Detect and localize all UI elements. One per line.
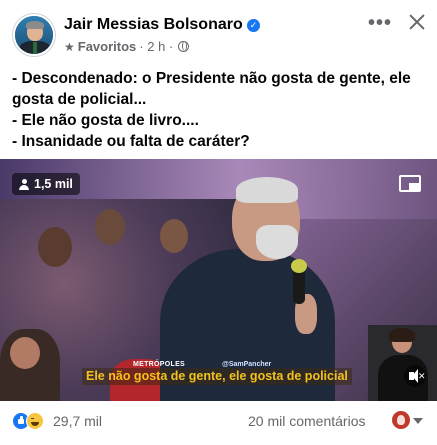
post-text: - Descondenado: o Presidente não gosta d… [12,68,432,152]
post-text-line: gosta de policial... [12,91,147,108]
post-text-line: - Descondenado: o Presidente não gosta d… [12,70,411,87]
haha-reaction-icon [26,412,44,430]
post-text-line: - Insanidade ou falta de caráter? [12,133,250,150]
picture-in-picture-icon[interactable] [399,175,421,192]
mute-icon[interactable]: ✕ [404,365,426,387]
reactions-count[interactable]: 29,7 mil [53,413,102,429]
video-subtitle: Ele não gosta de gente, ele gosta de pol… [82,368,352,385]
globe-icon [178,41,190,52]
comments-count[interactable]: 20 mil comentários [248,413,366,429]
person-icon [19,178,29,190]
sign-language-interpreter [368,325,437,401]
post-time[interactable]: · 2 h · [139,39,173,54]
more-options-icon[interactable]: ••• [368,12,392,35]
chevron-down-icon[interactable] [413,418,423,424]
reaction-profile-avatar[interactable] [392,411,410,429]
reaction-icons[interactable] [12,412,44,430]
video-watermark: METRÓPOLES [133,361,186,368]
author-name[interactable]: Jair Messias Bolsonaro [64,16,243,34]
live-viewers-badge: 1,5 mil [12,173,80,195]
post-meta: ★ Favoritos · 2 h · [64,39,190,54]
post-footer: 29,7 mil 20 mil comentários [0,401,437,445]
author-avatar[interactable] [13,14,55,56]
audience-label[interactable]: Favoritos [78,39,137,54]
video-watermark-handle: @SamPancher [222,361,272,368]
viewers-count: 1,5 mil [34,177,73,191]
post-header: Jair Messias Bolsonaro ✓ ★ Favoritos · 2… [0,0,437,64]
close-icon[interactable] [407,12,427,32]
star-icon: ★ [64,39,75,54]
post-text-line: - Ele não gosta de livro.... [12,112,199,129]
verified-badge-icon: ✓ [247,19,260,32]
